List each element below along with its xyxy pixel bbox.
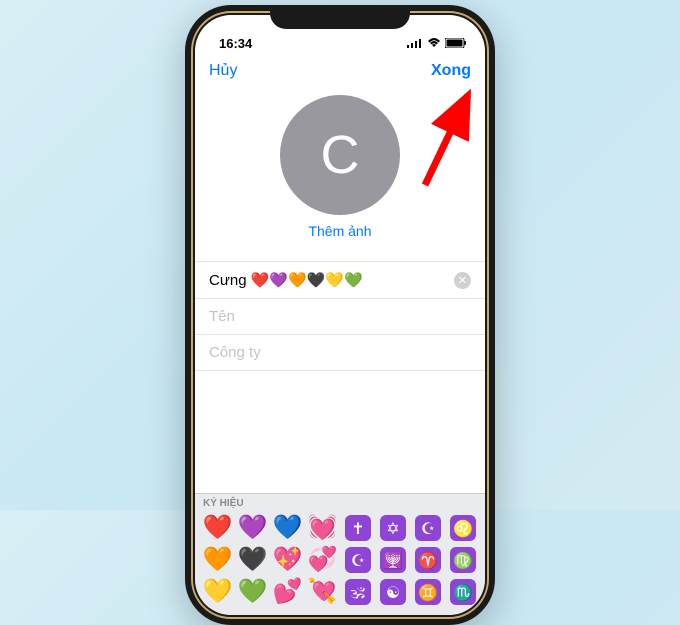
- emoji-key[interactable]: ❤️: [201, 513, 234, 543]
- emoji-key[interactable]: 💙: [271, 513, 304, 543]
- emoji-key[interactable]: 💛: [201, 577, 234, 607]
- done-button[interactable]: Xong: [431, 62, 471, 80]
- emoji-key[interactable]: ☪: [341, 545, 374, 575]
- battery-icon: [445, 36, 467, 51]
- svg-text:♊: ♊: [418, 583, 438, 602]
- emoji-key[interactable]: 🧡: [201, 545, 234, 575]
- svg-text:☪: ☪: [350, 553, 364, 570]
- screen: 16:34 Hủy Xong C Thêm ảnh Cưng ❤️💜�: [195, 15, 485, 615]
- last-name-field[interactable]: Tên: [195, 298, 485, 334]
- keyboard-section-label: KÝ HIỆU: [195, 494, 485, 511]
- emoji-key[interactable]: 💞: [306, 545, 339, 575]
- wifi-icon: [427, 36, 441, 51]
- company-field[interactable]: Công ty: [195, 334, 485, 371]
- emoji-key[interactable]: 💖: [271, 545, 304, 575]
- emoji-key[interactable]: ♊: [411, 577, 444, 607]
- svg-text:♌: ♌: [453, 519, 473, 538]
- emoji-key[interactable]: 💘: [306, 577, 339, 607]
- emoji-key[interactable]: ☪: [411, 513, 444, 543]
- company-placeholder: Công ty: [209, 344, 471, 361]
- svg-text:🕉: 🕉: [350, 585, 365, 602]
- emoji-keyboard: KÝ HIỆU ❤️💜💙💓 ✝ ✡ ☪ ♌ 🧡🖤💖💞 ☪ 🕎 ♈ ♍ 💛💚💕💘 🕉 ☯ ♊ ♏: [195, 493, 485, 615]
- svg-text:☯: ☯: [385, 585, 399, 602]
- status-time: 16:34: [213, 36, 252, 51]
- emoji-key[interactable]: ✡: [376, 513, 409, 543]
- first-name-field[interactable]: Cưng ❤️💜🧡🖤💛💚 ✕: [195, 261, 485, 298]
- phone-frame: 16:34 Hủy Xong C Thêm ảnh Cưng ❤️💜�: [185, 5, 495, 625]
- add-photo-button[interactable]: Thêm ảnh: [308, 223, 371, 239]
- signal-icon: [407, 36, 423, 51]
- emoji-key[interactable]: 🕉: [341, 577, 374, 607]
- emoji-key[interactable]: 💚: [236, 577, 269, 607]
- contact-avatar[interactable]: C: [280, 95, 400, 215]
- avatar-section: C Thêm ảnh: [195, 89, 485, 251]
- svg-text:♍: ♍: [453, 551, 473, 570]
- notch: [270, 5, 410, 29]
- last-name-placeholder: Tên: [209, 308, 471, 325]
- svg-text:✡: ✡: [386, 521, 399, 538]
- first-name-value: Cưng ❤️💜🧡🖤💛💚: [209, 271, 454, 289]
- svg-text:♏: ♏: [453, 583, 473, 602]
- status-indicators: [407, 36, 467, 51]
- emoji-key[interactable]: ♈: [411, 545, 444, 575]
- emoji-key[interactable]: 💕: [271, 577, 304, 607]
- svg-text:☪: ☪: [420, 521, 434, 538]
- svg-text:🕎: 🕎: [383, 551, 403, 570]
- emoji-key[interactable]: ☯: [376, 577, 409, 607]
- emoji-key[interactable]: ✝: [341, 513, 374, 543]
- svg-text:✝: ✝: [351, 521, 364, 538]
- emoji-key[interactable]: 🕎: [376, 545, 409, 575]
- nav-bar: Hủy Xong: [195, 53, 485, 89]
- emoji-grid: ❤️💜💙💓 ✝ ✡ ☪ ♌ 🧡🖤💖💞 ☪ 🕎 ♈ ♍ 💛💚💕💘 🕉 ☯ ♊ ♏: [195, 511, 485, 615]
- emoji-key[interactable]: 🖤: [236, 545, 269, 575]
- emoji-key[interactable]: 💓: [306, 513, 339, 543]
- clear-icon[interactable]: ✕: [454, 272, 471, 289]
- emoji-key[interactable]: ♍: [446, 545, 479, 575]
- emoji-key[interactable]: ♌: [446, 513, 479, 543]
- svg-text:♈: ♈: [418, 551, 438, 570]
- emoji-key[interactable]: ♏: [446, 577, 479, 607]
- emoji-key[interactable]: 💜: [236, 513, 269, 543]
- cancel-button[interactable]: Hủy: [209, 62, 237, 80]
